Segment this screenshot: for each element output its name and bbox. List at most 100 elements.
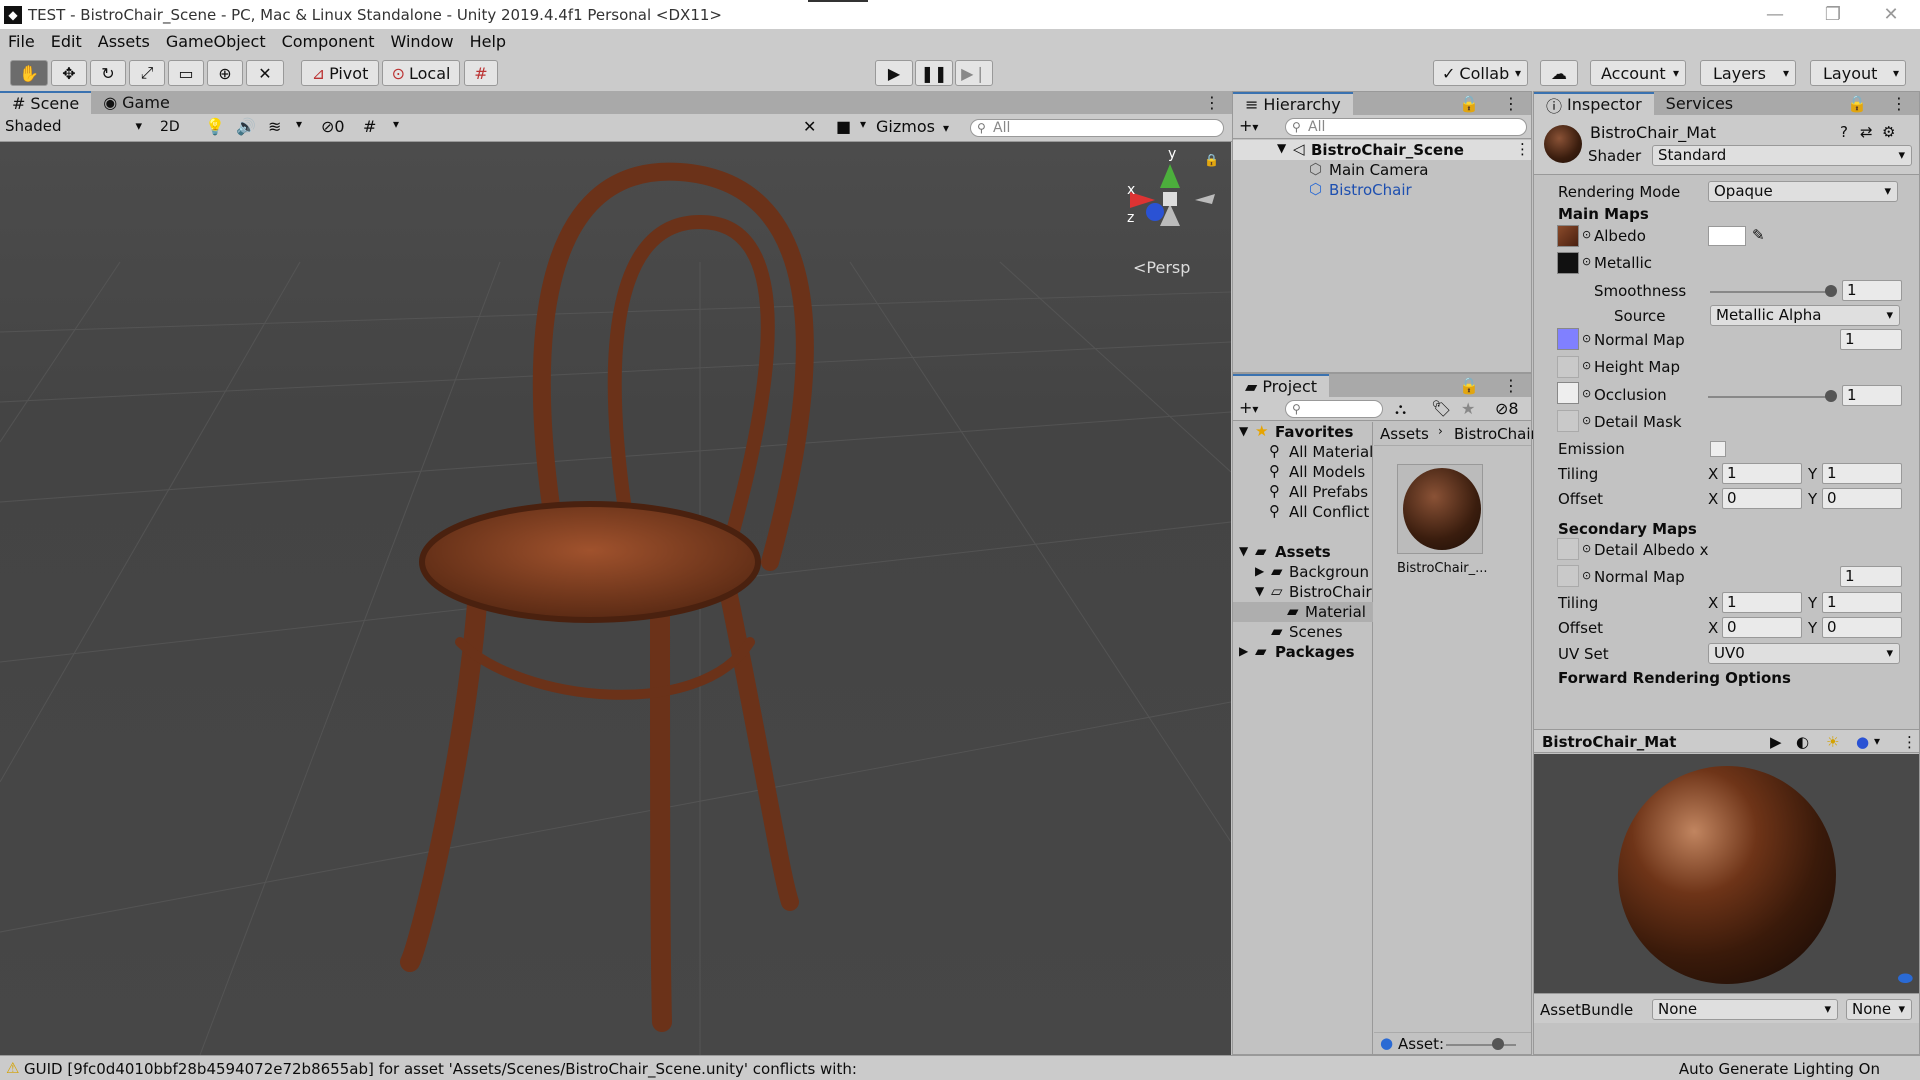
cloud-icon[interactable]: ☁	[1540, 60, 1578, 86]
layers-dropdown[interactable]: Layers	[1700, 60, 1796, 86]
menu-gameobject[interactable]: GameObject	[158, 32, 274, 51]
preview-tag-icon[interactable]: ⬬	[1898, 968, 1913, 989]
eyedropper-icon[interactable]: ✎	[1752, 226, 1765, 244]
tiling-y-input[interactable]: 1	[1822, 463, 1902, 484]
height-map-picker-icon[interactable]: ⊙	[1582, 359, 1591, 372]
secondary-normal-scale-input[interactable]: 1	[1840, 566, 1902, 587]
rendering-mode-dropdown[interactable]: Opaque	[1708, 181, 1898, 202]
backgrounds-chevron-icon[interactable]: ▶	[1255, 564, 1264, 578]
occlusion-input[interactable]: 1	[1842, 385, 1902, 406]
search-by-label-icon[interactable]: 🏷	[1431, 399, 1451, 418]
thumbnail-size-slider[interactable]	[1446, 1044, 1516, 1046]
albedo-color-swatch[interactable]	[1708, 226, 1746, 246]
normal-map-texture-slot[interactable]	[1557, 328, 1579, 350]
assetbundle-variant-dropdown[interactable]: None	[1846, 999, 1912, 1020]
preview-menu-icon[interactable]: ⋮	[1902, 733, 1917, 751]
grid-dropdown-icon[interactable]: ▾	[393, 117, 399, 131]
metallic-picker-icon[interactable]: ⊙	[1582, 255, 1591, 268]
favorite-star-icon[interactable]: ★	[1461, 399, 1475, 418]
bistrochair-chevron-icon[interactable]: ▼	[1255, 584, 1264, 598]
project-lock-icon[interactable]: 🔒	[1447, 374, 1491, 397]
favorite-all-prefabs[interactable]: All Prefabs	[1289, 483, 1368, 501]
detail-mask-picker-icon[interactable]: ⊙	[1582, 414, 1591, 427]
hand-tool-icon[interactable]: ✋	[10, 60, 48, 86]
height-map-texture-slot[interactable]	[1557, 356, 1579, 378]
detail-mask-texture-slot[interactable]	[1557, 410, 1579, 432]
preview-light-icon[interactable]: ☀	[1826, 733, 1839, 751]
smoothness-slider[interactable]	[1710, 291, 1832, 293]
settings-gear-icon[interactable]: ⚙	[1882, 123, 1895, 141]
hierarchy-menu-icon[interactable]: ⋮	[1491, 92, 1531, 115]
hidden-packages-toggle[interactable]: ⊘8	[1495, 399, 1519, 418]
scene-panel-menu-icon[interactable]: ⋮	[1192, 91, 1232, 114]
detail-albedo-picker-icon[interactable]: ⊙	[1582, 542, 1591, 555]
menu-edit[interactable]: Edit	[43, 32, 90, 51]
help-icon[interactable]: ?	[1840, 123, 1848, 141]
grid-toggle-icon[interactable]: #	[363, 117, 376, 136]
thumbnail-size-knob[interactable]	[1492, 1038, 1504, 1050]
asset-item-bistrochair-mat[interactable]: BistroChair_...	[1395, 464, 1488, 579]
close-button[interactable]: ✕	[1862, 0, 1920, 29]
occlusion-texture-slot[interactable]	[1557, 382, 1579, 404]
secondary-normal-map-picker-icon[interactable]: ⊙	[1582, 569, 1591, 582]
secondary-normal-map-texture-slot[interactable]	[1557, 565, 1579, 587]
secondary-tiling-y-input[interactable]: 1	[1822, 592, 1902, 613]
folder-scenes[interactable]: Scenes	[1289, 623, 1343, 641]
menu-component[interactable]: Component	[274, 32, 383, 51]
move-tool-icon[interactable]: ✥	[51, 60, 87, 86]
project-search-input[interactable]	[1285, 400, 1383, 418]
effects-dropdown-icon[interactable]: ▾	[296, 117, 302, 131]
menu-file[interactable]: File	[0, 32, 43, 51]
albedo-picker-icon[interactable]: ⊙	[1582, 228, 1591, 241]
folder-bistrochair[interactable]: BistroChair	[1289, 583, 1372, 601]
hierarchy-item-bistrochair[interactable]: ⬡ BistroChair	[1233, 180, 1531, 200]
emission-checkbox[interactable]	[1710, 441, 1726, 457]
metallic-texture-slot[interactable]	[1557, 252, 1579, 274]
camera-icon[interactable]: ■	[836, 117, 851, 136]
secondary-offset-y-input[interactable]: 0	[1822, 617, 1902, 638]
rect-tool-icon[interactable]: ▭	[168, 60, 204, 86]
preview-shape-chevron-icon[interactable]: ▾	[1874, 734, 1880, 748]
favorites-chevron-icon[interactable]: ▼	[1239, 424, 1248, 438]
tab-scene[interactable]: # Scene	[0, 91, 92, 114]
preset-icon[interactable]: ⇄	[1860, 123, 1873, 141]
favorite-all-materials[interactable]: All Material	[1289, 443, 1373, 461]
transform-tool-icon[interactable]: ⊕	[207, 60, 243, 86]
hierarchy-scene-row[interactable]: ▼ ◁ BistroChair_Scene ⋮	[1233, 140, 1531, 160]
collab-dropdown[interactable]: ✓ Collab	[1433, 60, 1528, 86]
smoothness-slider-knob[interactable]	[1825, 285, 1837, 297]
albedo-texture-slot[interactable]	[1557, 225, 1579, 247]
minimize-button[interactable]: —	[1746, 0, 1804, 29]
assetbundle-dropdown[interactable]: None	[1652, 999, 1838, 1020]
favorite-all-conflicts[interactable]: All Conflict	[1289, 503, 1369, 521]
scene-viewport[interactable]: y x z 🔒 <Persp	[0, 142, 1231, 1055]
preview-mesh-icon[interactable]: ◐	[1796, 733, 1809, 751]
orientation-gizmo[interactable]: y x z 🔒	[1127, 146, 1219, 226]
2d-toggle[interactable]: 2D	[160, 119, 180, 135]
smoothness-input[interactable]: 1	[1842, 280, 1902, 301]
pause-button[interactable]: ❚❚	[915, 60, 953, 86]
tab-inspector[interactable]: ⓘ Inspector	[1534, 92, 1654, 116]
step-button[interactable]: ▶❘	[955, 60, 993, 86]
tools-icon[interactable]: ✕	[803, 117, 816, 136]
hierarchy-lock-icon[interactable]: 🔒	[1447, 92, 1491, 115]
breadcrumb-bistrochair[interactable]: BistroChair	[1454, 425, 1537, 443]
search-by-type-icon[interactable]: ⛬	[1395, 399, 1406, 419]
occlusion-slider[interactable]	[1708, 396, 1832, 398]
custom-tool-icon[interactable]: ✕	[246, 60, 284, 86]
inspector-lock-icon[interactable]: 🔒	[1835, 92, 1879, 115]
secondary-offset-x-input[interactable]: 0	[1722, 617, 1802, 638]
scene-expand-chevron-icon[interactable]: ▼	[1277, 141, 1286, 155]
normal-map-picker-icon[interactable]: ⊙	[1582, 332, 1591, 345]
scene-menu-icon[interactable]: ⋮	[1515, 140, 1530, 158]
favorites-label[interactable]: Favorites	[1275, 423, 1353, 441]
effects-toggle-icon[interactable]: ≋	[268, 117, 281, 136]
account-dropdown[interactable]: Account	[1590, 60, 1686, 86]
tab-project[interactable]: ▰ Project	[1233, 374, 1330, 397]
offset-x-input[interactable]: 0	[1722, 488, 1802, 509]
folder-material[interactable]: Material	[1305, 603, 1366, 621]
project-menu-icon[interactable]: ⋮	[1491, 374, 1531, 397]
scale-tool-icon[interactable]: ⤢	[129, 60, 165, 86]
packages-label[interactable]: Packages	[1275, 643, 1355, 661]
uv-set-dropdown[interactable]: UV0	[1708, 643, 1900, 664]
